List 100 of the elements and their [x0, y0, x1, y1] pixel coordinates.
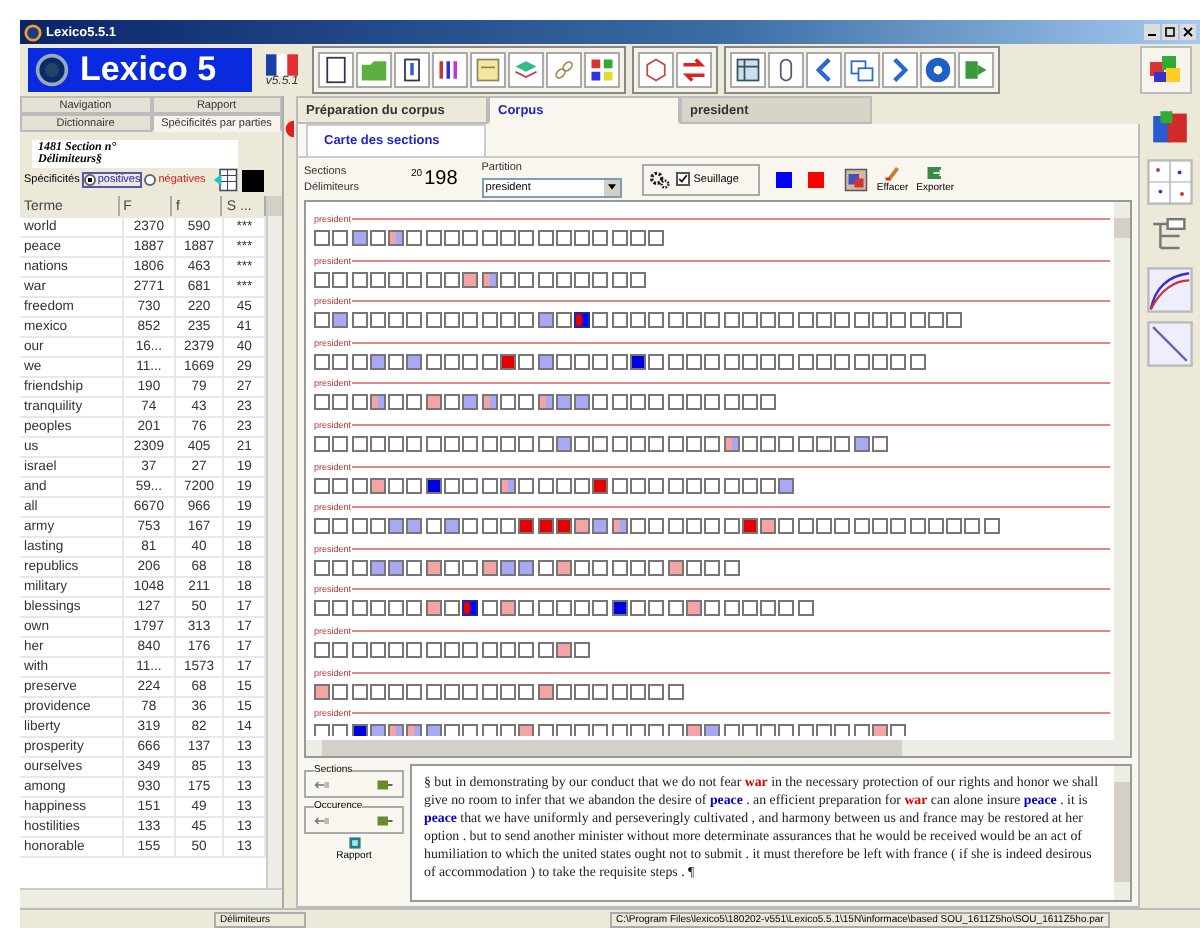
section-cell[interactable]: [518, 394, 535, 411]
section-cell[interactable]: [369, 271, 386, 288]
section-cell[interactable]: [723, 518, 740, 535]
section-cell[interactable]: [351, 271, 368, 288]
section-cell[interactable]: [853, 435, 870, 452]
section-cell[interactable]: [388, 683, 405, 700]
section-cell[interactable]: [518, 600, 535, 617]
section-cell[interactable]: [909, 518, 925, 535]
section-cell[interactable]: [723, 724, 740, 736]
section-cell[interactable]: [425, 683, 442, 700]
section-cell[interactable]: [462, 435, 479, 452]
section-cell[interactable]: [537, 394, 554, 411]
section-cell[interactable]: [314, 600, 330, 617]
section-cell[interactable]: [760, 600, 777, 617]
section-cell[interactable]: [314, 230, 330, 246]
section-cell[interactable]: [406, 683, 423, 700]
section-cell[interactable]: [555, 353, 572, 370]
section-cell[interactable]: [685, 353, 702, 370]
section-cell[interactable]: [406, 600, 423, 617]
section-cell[interactable]: [444, 477, 461, 494]
section-cell[interactable]: [369, 518, 386, 535]
section-cell[interactable]: [332, 559, 349, 576]
section-cell[interactable]: [369, 559, 386, 576]
section-cell[interactable]: [332, 477, 349, 494]
hand-right-icon[interactable]: [376, 778, 394, 792]
section-cell[interactable]: [667, 353, 684, 370]
page-icon-button[interactable]: [318, 52, 354, 88]
section-cell[interactable]: [444, 230, 461, 246]
section-cell[interactable]: [406, 477, 423, 494]
section-cell[interactable]: [462, 683, 479, 700]
scrollbar[interactable]: [266, 196, 282, 888]
section-cell[interactable]: [332, 600, 349, 617]
section-cell[interactable]: [592, 600, 609, 617]
section-cell[interactable]: [444, 724, 461, 736]
section-cell[interactable]: [592, 271, 609, 288]
section-cell[interactable]: [592, 230, 609, 246]
section-cell[interactable]: [406, 724, 423, 736]
section-cell[interactable]: [890, 353, 907, 370]
section-cell[interactable]: [462, 353, 479, 370]
section-cell[interactable]: [388, 724, 405, 736]
section-cell[interactable]: [518, 559, 535, 576]
section-cell[interactable]: [834, 518, 851, 535]
section-cell[interactable]: [611, 353, 628, 370]
section-cell[interactable]: [406, 641, 423, 658]
section-cell[interactable]: [406, 230, 423, 246]
section-cell[interactable]: [388, 435, 405, 452]
section-cell[interactable]: [890, 312, 907, 329]
section-cell[interactable]: [704, 394, 721, 411]
section-cell[interactable]: [723, 394, 740, 411]
section-cell[interactable]: [332, 230, 349, 246]
section-cell[interactable]: [499, 271, 516, 288]
section-cell[interactable]: [630, 600, 647, 617]
section-cell[interactable]: [871, 312, 888, 329]
section-cell[interactable]: [592, 312, 609, 329]
section-cell[interactable]: [592, 724, 609, 736]
swap-arrows-icon-button[interactable]: [676, 52, 712, 88]
section-cell[interactable]: [611, 477, 628, 494]
section-cell[interactable]: [574, 230, 591, 246]
section-cell[interactable]: [630, 683, 647, 700]
section-cell[interactable]: [741, 518, 758, 535]
section-cell[interactable]: [797, 353, 814, 370]
section-cell[interactable]: [351, 724, 368, 736]
section-cell[interactable]: [518, 271, 535, 288]
section-cell[interactable]: [667, 312, 684, 329]
section-cell[interactable]: [499, 641, 516, 658]
section-cell[interactable]: [574, 353, 591, 370]
section-cell[interactable]: [685, 477, 702, 494]
section-cell[interactable]: [481, 477, 498, 494]
section-cell[interactable]: [481, 230, 498, 246]
section-cell[interactable]: [778, 353, 795, 370]
section-cell[interactable]: [704, 724, 721, 736]
section-cell[interactable]: [444, 518, 461, 535]
section-cell[interactable]: [667, 435, 684, 452]
section-cell[interactable]: [871, 435, 888, 452]
section-cell[interactable]: [555, 230, 572, 246]
section-cell[interactable]: [648, 230, 665, 246]
section-cell[interactable]: [555, 641, 572, 658]
section-cell[interactable]: [853, 724, 870, 736]
table-icon-button[interactable]: [730, 52, 766, 88]
section-cell[interactable]: [314, 394, 330, 411]
section-cell[interactable]: [518, 477, 535, 494]
section-cell[interactable]: [648, 559, 665, 576]
section-cell[interactable]: [797, 435, 814, 452]
section-cell[interactable]: [332, 353, 349, 370]
section-cell[interactable]: [816, 312, 833, 329]
section-cell[interactable]: [481, 724, 498, 736]
section-cell[interactable]: [555, 312, 572, 329]
section-cell[interactable]: [723, 559, 740, 576]
section-cell[interactable]: [332, 394, 349, 411]
section-cell[interactable]: [518, 518, 535, 535]
section-cell[interactable]: [611, 271, 628, 288]
scrollbar[interactable]: [306, 740, 1130, 756]
section-cell[interactable]: [351, 353, 368, 370]
section-cell[interactable]: [853, 353, 870, 370]
section-cell[interactable]: [518, 683, 535, 700]
section-cell[interactable]: [537, 641, 554, 658]
section-cell[interactable]: [741, 353, 758, 370]
section-cell[interactable]: [462, 724, 479, 736]
section-cell[interactable]: [816, 435, 833, 452]
scrollbar[interactable]: [1114, 766, 1130, 900]
